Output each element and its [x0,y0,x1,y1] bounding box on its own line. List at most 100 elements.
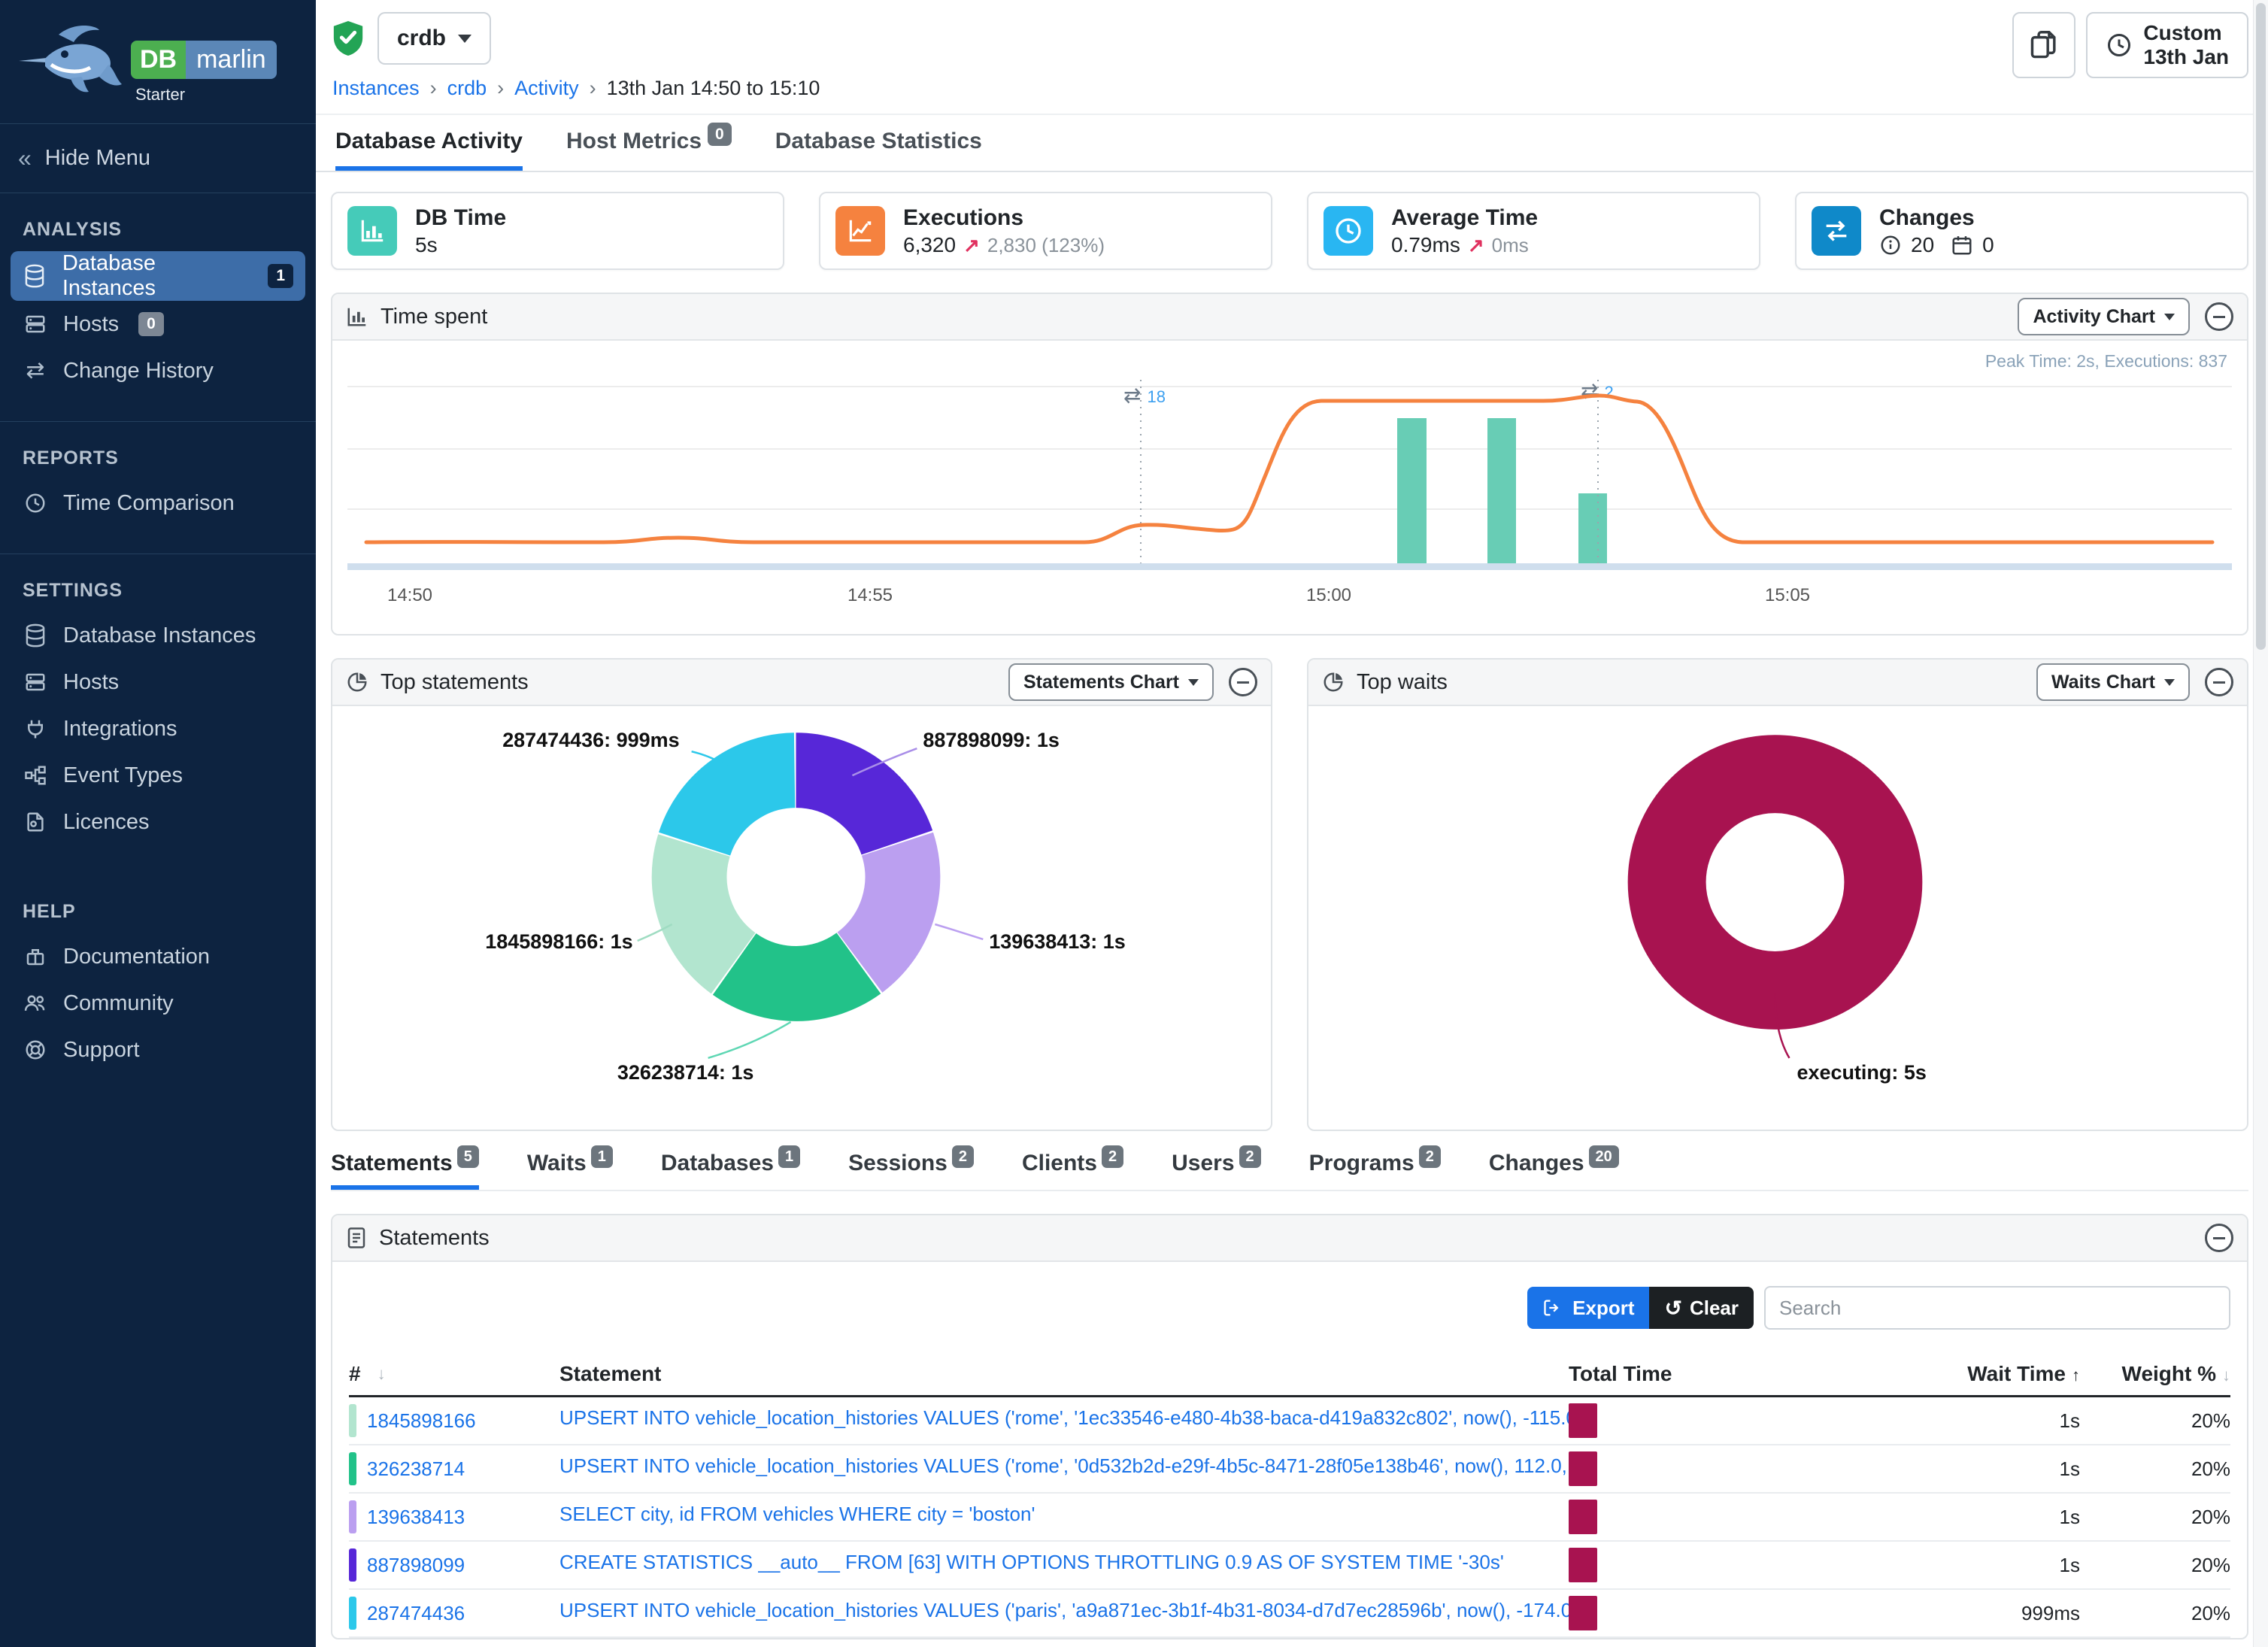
breadcrumb-separator: › [590,77,596,100]
copy-link-button[interactable] [2012,12,2075,78]
column-header-wait-time[interactable]: Wait Time↑ [1794,1362,2080,1386]
scrollbar-thumb[interactable] [2256,3,2266,650]
sidebar-item-database-instances[interactable]: Database Instances 1 [11,251,305,301]
export-button[interactable]: Export [1527,1287,1649,1329]
executions-bar[interactable] [1487,418,1516,563]
statement-link[interactable]: UPSERT INTO vehicle_location_histories V… [559,1454,1569,1478]
sidebar-item-integrations[interactable]: Integrations [11,705,305,752]
sidebar-item-label: Licences [63,810,149,835]
sidebar-item-database-instances-settings[interactable]: Database Instances [11,612,305,659]
sidebar-item-change-history[interactable]: ⇄ Change History [11,347,305,394]
peak-note: Peak Time: 2s, Executions: 837 [347,351,2232,375]
statement-link[interactable]: UPSERT INTO vehicle_location_histories V… [559,1599,1569,1622]
breadcrumb-link-crdb[interactable]: crdb [447,77,487,100]
hide-menu-button[interactable]: « Hide Menu [0,124,316,193]
sidebar-section-analysis: ANALYSIS Database Instances 1 Hosts 0 ⇄ … [0,193,316,402]
column-header-id[interactable]: #↓ [349,1362,559,1386]
search-input[interactable] [1764,1286,2230,1330]
sidebar-item-licences[interactable]: Licences [11,799,305,845]
weight-cell: 20% [2080,1554,2230,1577]
statement-color-chip [349,1452,356,1485]
tab-clients[interactable]: Clients2 [1022,1151,1123,1190]
statements-chart-select[interactable]: Statements Chart [1008,663,1214,701]
swap-arrows-icon: ⇄ [23,359,48,382]
changes-event-count: 0 [1982,232,1994,258]
statement-id-link[interactable]: 326238714 [367,1457,465,1481]
tab-label: Database Activity [335,129,523,153]
statement-id-link[interactable]: 887898099 [367,1554,465,1577]
database-icon [23,623,48,648]
collapse-panel-button[interactable] [2205,1224,2233,1252]
panel-title: Statements [379,1226,490,1251]
waits-chart-select[interactable]: Waits Chart [2036,663,2190,701]
statement-id-link[interactable]: 139638413 [367,1506,465,1529]
page-scrollbar[interactable] [2253,0,2268,1647]
sidebar-item-hosts-settings[interactable]: Hosts [11,659,305,705]
clear-button[interactable]: ↺ Clear [1649,1287,1754,1329]
column-header-statement[interactable]: Statement [559,1362,1569,1386]
card-title: Executions [903,204,1105,232]
wait-time-cell: 1s [1794,1554,2080,1577]
statement-id-link[interactable]: 1845898166 [367,1409,476,1433]
statement-color-chip [349,1404,356,1437]
dbmarlin-app: DB marlin Starter « Hide Menu ANALYSIS D… [0,0,2268,1647]
brand-db: DB [131,41,186,79]
change-marker[interactable]: ⇄2 [1581,379,1614,402]
statement-link[interactable]: SELECT city, id FROM vehicles WHERE city… [559,1503,1035,1526]
collapse-panel-button[interactable] [2205,302,2233,331]
breadcrumb-separator: › [497,77,504,100]
collapse-panel-button[interactable] [2205,668,2233,696]
tab-users[interactable]: Users2 [1172,1151,1261,1190]
sidebar-item-time-comparison[interactable]: Time Comparison [11,480,305,526]
tab-sessions[interactable]: Sessions2 [848,1151,974,1190]
tab-host-metrics[interactable]: Host Metrics0 [566,129,732,171]
trend-up-icon: ↗ [1468,233,1484,258]
wait-time-cell: 999ms [1794,1602,2080,1625]
column-header-weight[interactable]: Weight %↓ [2080,1362,2230,1386]
executions-bar[interactable] [1397,418,1427,563]
tab-databases[interactable]: Databases1 [661,1151,800,1190]
column-header-total-time[interactable]: Total Time [1569,1362,1794,1386]
instance-selector[interactable]: crdb [377,12,491,65]
sort-icon-active: ↑ [2072,1366,2080,1385]
activity-chart-select[interactable]: Activity Chart [2018,298,2190,335]
sidebar-item-event-types[interactable]: Event Types [11,752,305,799]
tab-programs[interactable]: Programs2 [1309,1151,1441,1190]
tab-database-activity[interactable]: Database Activity [335,129,523,171]
total-time-bar [1569,1500,1597,1534]
activity-chart[interactable]: ⇄18 ⇄2 14:50 14:55 15:00 15:05 [347,375,2232,628]
brand: DB marlin Starter [0,0,316,124]
statement-link[interactable]: CREATE STATISTICS __auto__ FROM [63] WIT… [559,1551,1504,1574]
sidebar-section-help: HELP Documentation Community Support [0,875,316,1081]
trend-up-icon: ↗ [963,233,980,258]
instance-name: crdb [397,26,446,51]
tab-waits[interactable]: Waits1 [527,1151,613,1190]
tab-changes[interactable]: Changes20 [1489,1151,1619,1190]
statements-donut-chart[interactable]: 287474436: 999ms 887898099: 1s 184589816… [332,706,1271,1130]
card-db-time: DB Time 5s [331,192,784,270]
statement-link[interactable]: UPSERT INTO vehicle_location_histories V… [559,1406,1569,1430]
chevron-down-icon [2164,314,2175,320]
sidebar-item-hosts[interactable]: Hosts 0 [11,301,305,347]
collapse-panel-button[interactable] [1229,668,1257,696]
executions-bar[interactable] [1578,493,1607,563]
tab-database-statistics[interactable]: Database Statistics [775,129,982,171]
wait-time-cell: 1s [1794,1409,2080,1433]
donut-panels-row: Top statements Statements Chart [331,658,2248,1131]
page-tabs: Database Activity Host Metrics0 Database… [316,115,2268,172]
time-range-button[interactable]: Custom 13th Jan [2086,12,2248,78]
donut-label: 139638413: 1s [989,930,1125,953]
statement-id-link[interactable]: 287474436 [367,1602,465,1625]
sidebar-item-documentation[interactable]: Documentation [11,933,305,980]
card-executions: Executions 6,320 ↗ 2,830 (123%) [819,192,1272,270]
sidebar-item-support[interactable]: Support [11,1027,305,1073]
undo-icon: ↺ [1664,1296,1681,1321]
donut-label: 1845898166: 1s [485,930,632,953]
sidebar-item-community[interactable]: Community [11,980,305,1027]
tab-statements[interactable]: Statements5 [331,1151,479,1190]
breadcrumb-link-activity[interactable]: Activity [514,77,579,100]
waits-donut-chart[interactable]: executing: 5s [1308,706,2247,1130]
breadcrumb-link-instances[interactable]: Instances [332,77,420,100]
sidebar-section-settings: SETTINGS Database Instances Hosts Integr… [0,554,316,853]
table-row: 887898099 CREATE STATISTICS __auto__ FRO… [349,1542,2230,1590]
